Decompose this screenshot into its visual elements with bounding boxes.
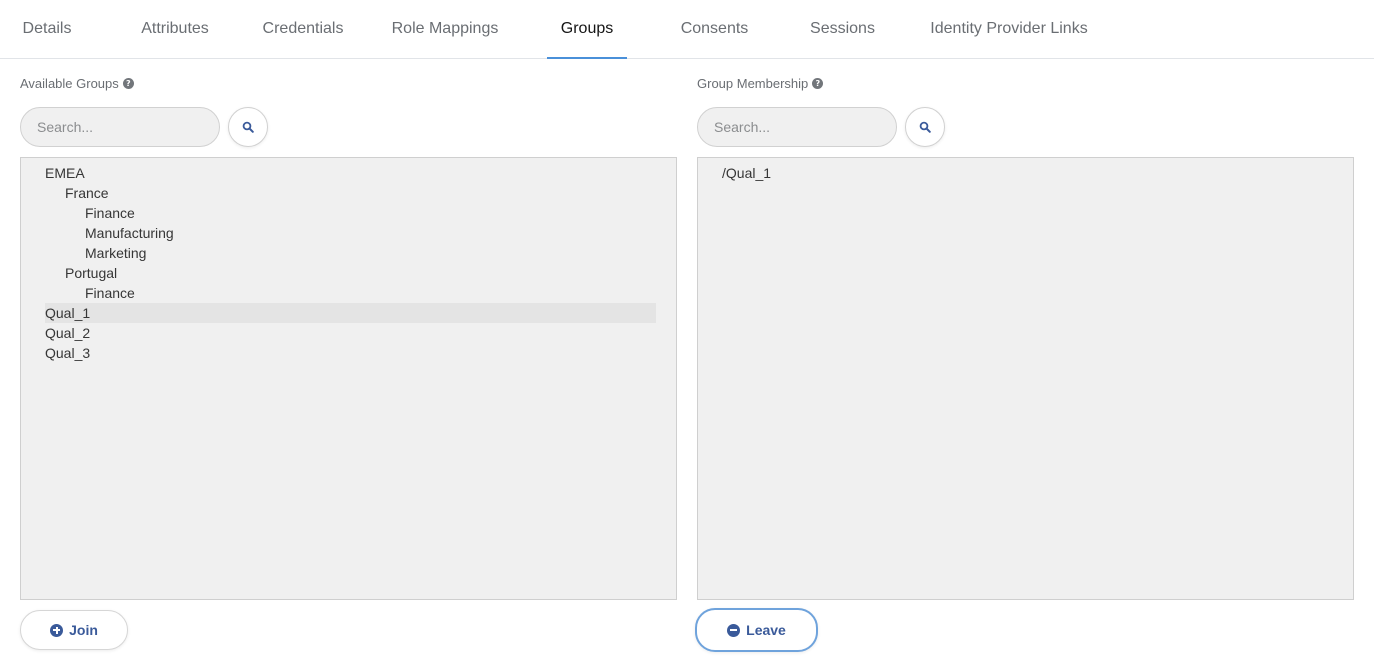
tree-item-portugal-finance[interactable]: Finance: [45, 283, 656, 303]
tab-sessions[interactable]: Sessions: [809, 0, 876, 58]
tree-item-france-marketing[interactable]: Marketing: [45, 243, 656, 263]
group-membership-label: Group Membership: [697, 75, 809, 91]
available-groups-panel: Available Groups ? EMEA France Finance M…: [20, 59, 677, 665]
available-groups-label: Available Groups: [20, 75, 119, 91]
tab-role-mappings[interactable]: Role Mappings: [391, 0, 499, 58]
search-icon: [919, 121, 931, 133]
available-groups-label-row: Available Groups ?: [20, 75, 134, 91]
minus-circle-icon: [727, 623, 741, 637]
available-groups-search-button[interactable]: [228, 107, 268, 147]
group-membership-search-button[interactable]: [905, 107, 945, 147]
tree-item-france-manufacturing[interactable]: Manufacturing: [45, 223, 656, 243]
tab-groups[interactable]: Groups: [547, 0, 627, 59]
tree-item-qual-3[interactable]: Qual_3: [45, 343, 656, 363]
group-membership-list[interactable]: /Qual_1: [697, 157, 1354, 600]
question-circle-icon[interactable]: ?: [812, 77, 824, 89]
plus-circle-icon: [50, 623, 64, 637]
group-membership-search-input[interactable]: [697, 107, 897, 147]
tree-item-france-finance[interactable]: Finance: [45, 203, 656, 223]
tab-details[interactable]: Details: [22, 0, 72, 58]
group-membership-label-row: Group Membership ?: [697, 75, 824, 91]
available-groups-tree[interactable]: EMEA France Finance Manufacturing Market…: [20, 157, 677, 600]
leave-button-label: Leave: [746, 622, 786, 638]
tab-attributes[interactable]: Attributes: [141, 0, 209, 58]
join-button-label: Join: [69, 622, 98, 638]
group-membership-panel: Group Membership ? /Qual_1 Leave: [695, 59, 1354, 665]
leave-button[interactable]: Leave: [695, 608, 818, 652]
tree-item-france[interactable]: France: [45, 183, 656, 203]
tab-consents[interactable]: Consents: [680, 0, 749, 58]
tree-item-portugal[interactable]: Portugal: [45, 263, 656, 283]
tab-bar: Details Attributes Credentials Role Mapp…: [0, 0, 1374, 59]
search-icon: [242, 121, 254, 133]
tree-item-qual-2[interactable]: Qual_2: [45, 323, 656, 343]
join-button[interactable]: Join: [20, 610, 128, 650]
tab-credentials[interactable]: Credentials: [262, 0, 344, 58]
available-groups-search-input[interactable]: [20, 107, 220, 147]
membership-item-qual-1[interactable]: /Qual_1: [722, 163, 1333, 183]
tree-item-qual-1[interactable]: Qual_1: [45, 303, 656, 323]
tree-item-emea[interactable]: EMEA: [45, 163, 656, 183]
question-circle-icon[interactable]: ?: [122, 77, 134, 89]
tab-identity-provider-links[interactable]: Identity Provider Links: [930, 0, 1088, 58]
